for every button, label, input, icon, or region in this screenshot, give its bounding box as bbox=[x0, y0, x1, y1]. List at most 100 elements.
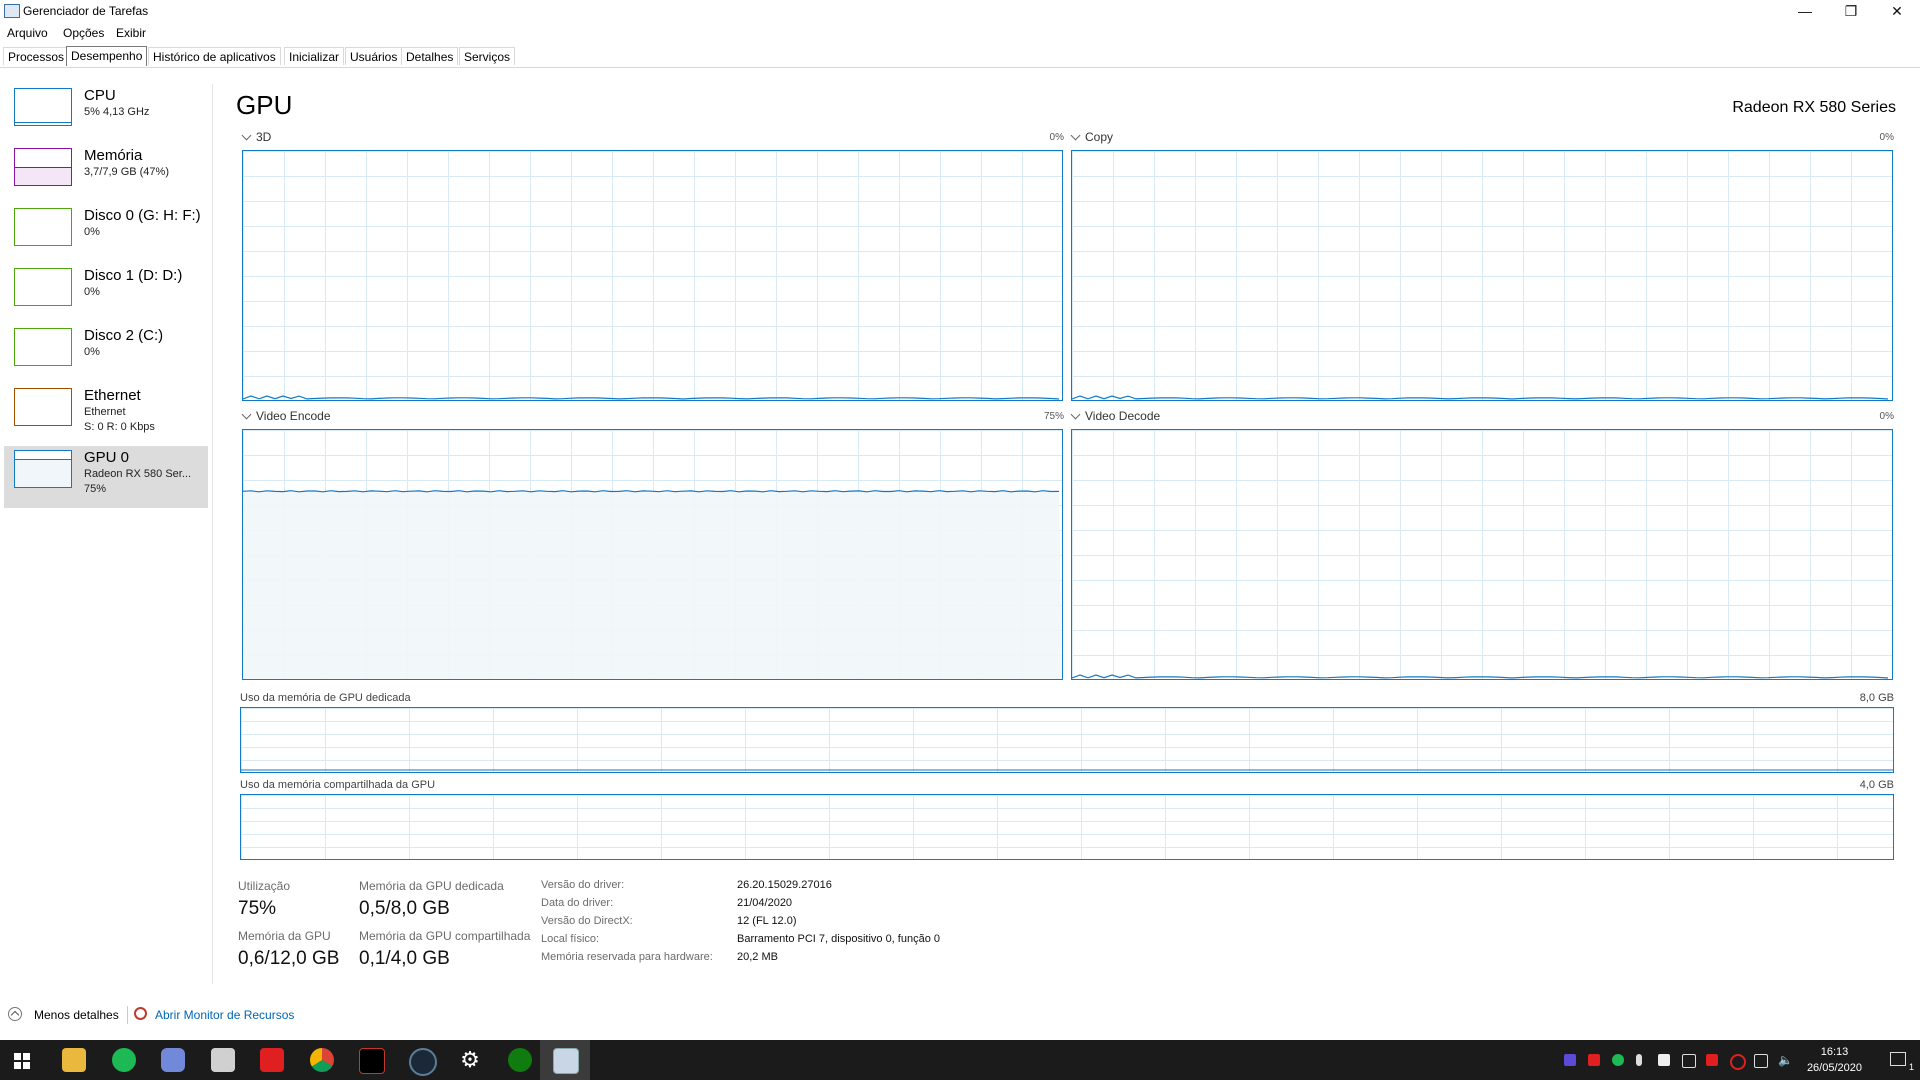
menu-bar: Arquivo Opções Exibir bbox=[0, 24, 1920, 44]
engine-label: 3D bbox=[256, 130, 272, 144]
maximize-button[interactable]: ❐ bbox=[1828, 0, 1874, 22]
task-manager-icon[interactable] bbox=[553, 1048, 579, 1074]
tab-inicializar[interactable]: Inicializar bbox=[284, 47, 345, 65]
spotify-icon[interactable] bbox=[112, 1048, 136, 1072]
sidebar-item-cpu[interactable]: CPU 5% 4,13 GHz bbox=[4, 84, 208, 146]
tray-app-icon[interactable] bbox=[1730, 1054, 1746, 1070]
sidebar-item-disco[interactable]: Disco 0 (G: H: F:) 0% bbox=[4, 204, 208, 266]
menu-arquivo[interactable]: Arquivo bbox=[7, 26, 48, 40]
xbox-icon[interactable] bbox=[508, 1048, 532, 1072]
sidebar-item-detail-2: S: 0 R: 0 Kbps bbox=[84, 421, 155, 433]
shared-memory-label: Uso da memória compartilhada da GPU bbox=[240, 779, 436, 791]
tray-app-icon[interactable] bbox=[1564, 1054, 1576, 1066]
sidebar-thumbnail bbox=[14, 450, 72, 488]
resource-monitor-link[interactable]: Abrir Monitor de Recursos bbox=[155, 1008, 294, 1022]
less-details-link[interactable]: Menos detalhes bbox=[34, 1008, 119, 1022]
tab-processos[interactable]: Processos bbox=[3, 47, 70, 65]
engine-selector-copy[interactable]: Copy bbox=[1070, 130, 1114, 144]
steam-icon[interactable] bbox=[409, 1048, 437, 1076]
engine-usage-line bbox=[243, 395, 1060, 400]
notification-icon[interactable] bbox=[1890, 1052, 1906, 1066]
chevron-down-icon bbox=[241, 130, 252, 141]
task-manager-icon bbox=[4, 4, 20, 18]
sidebar-item-disco[interactable]: Disco 2 (C:) 0% bbox=[4, 324, 208, 386]
chevron-down-icon bbox=[1070, 409, 1081, 420]
tray-spotify-icon[interactable] bbox=[1612, 1054, 1624, 1066]
notification-count: 1 bbox=[1908, 1062, 1914, 1072]
close-button[interactable]: ✕ bbox=[1874, 0, 1920, 22]
tab-detalhes[interactable]: Detalhes bbox=[401, 47, 459, 65]
network-icon[interactable] bbox=[1754, 1054, 1768, 1068]
collapse-up-icon[interactable] bbox=[8, 1007, 22, 1021]
graph-3d bbox=[242, 150, 1063, 401]
calculator-icon[interactable] bbox=[211, 1048, 235, 1072]
graph-dedicated-memory bbox=[240, 707, 1894, 773]
engine-usage-area bbox=[243, 490, 1062, 679]
footer-bar: Menos detalhes Abrir Monitor de Recursos bbox=[0, 1000, 1920, 1030]
utilization-label: Utilização bbox=[238, 879, 291, 893]
taskbar: ⚙ 🔈 16:13 26/05/2020 1 bbox=[0, 1040, 1920, 1080]
windows-start-icon[interactable] bbox=[14, 1053, 30, 1069]
tray-app-icon[interactable] bbox=[1682, 1054, 1696, 1068]
info-value: 20,2 MB bbox=[737, 951, 778, 963]
microphone-icon[interactable] bbox=[1636, 1054, 1642, 1066]
sidebar-item-detail: 5% 4,13 GHz bbox=[84, 106, 150, 118]
amd-radeon-icon[interactable] bbox=[359, 1048, 385, 1074]
tab-servicos[interactable]: Serviços bbox=[459, 47, 516, 65]
tray-app-icon[interactable] bbox=[1588, 1054, 1600, 1066]
info-label: Memória reservada para hardware: bbox=[541, 951, 713, 963]
title-bar: Gerenciador de Tarefas — ❐ ✕ bbox=[0, 0, 1920, 24]
menu-opcoes[interactable]: Opções bbox=[63, 26, 104, 40]
discord-icon[interactable] bbox=[161, 1048, 185, 1072]
engine-selector-3d[interactable]: 3D bbox=[241, 130, 272, 144]
tab-usuarios[interactable]: Usuários bbox=[345, 47, 403, 65]
file-explorer-icon[interactable] bbox=[62, 1048, 86, 1072]
tab-strip: Processos Desempenho Histórico de aplica… bbox=[0, 46, 1920, 68]
sidebar-item-ethernet[interactable]: Ethernet Ethernet S: 0 R: 0 Kbps bbox=[4, 384, 208, 446]
menu-exibir[interactable]: Exibir bbox=[116, 26, 146, 40]
engine-usage-plot bbox=[1072, 395, 1889, 400]
sidebar-thumbnail bbox=[14, 148, 72, 186]
engine-percent: 75% bbox=[1043, 411, 1064, 422]
tab-historico[interactable]: Histórico de aplicativos bbox=[148, 47, 281, 65]
performance-sidebar: CPU 5% 4,13 GHz Memória 3,7/7,9 GB (47%) Dis… bbox=[0, 84, 213, 984]
sidebar-item-name: Ethernet bbox=[84, 387, 141, 404]
sidebar-item-detail: Ethernet bbox=[84, 406, 126, 418]
graph-video-decode bbox=[1071, 429, 1893, 680]
sidebar-item-name: Disco 1 (D: D:) bbox=[84, 267, 183, 284]
gpu-model-name: Radeon RX 580 Series bbox=[1732, 99, 1896, 116]
tab-desempenho[interactable]: Desempenho bbox=[66, 46, 148, 66]
engine-label: Copy bbox=[1085, 130, 1114, 144]
sidebar-item-gpu[interactable]: GPU 0 Radeon RX 580 Ser... 75% bbox=[4, 446, 208, 508]
sidebar-thumbnail bbox=[14, 208, 72, 246]
volume-icon[interactable]: 🔈 bbox=[1778, 1054, 1793, 1066]
shared-gpu-memory-label: Memória da GPU compartilhada bbox=[359, 929, 531, 943]
tray-app-icon[interactable] bbox=[1706, 1054, 1718, 1066]
chevron-down-icon bbox=[1070, 130, 1081, 141]
engine-label: Video Decode bbox=[1085, 409, 1161, 423]
gpu-memory-value: 0,6/12,0 GB bbox=[238, 948, 340, 969]
sidebar-item-detail-2: 75% bbox=[84, 483, 107, 495]
engine-selector-video-encode[interactable]: Video Encode bbox=[241, 409, 331, 423]
chrome-icon[interactable] bbox=[310, 1048, 334, 1072]
minimize-button[interactable]: — bbox=[1782, 0, 1828, 22]
page-title: GPU bbox=[236, 90, 293, 120]
engine-label: Video Encode bbox=[256, 409, 331, 423]
taskbar-clock[interactable]: 16:13 26/05/2020 bbox=[1807, 1044, 1862, 1076]
engine-selector-video-decode[interactable]: Video Decode bbox=[1070, 409, 1161, 423]
flash-icon[interactable] bbox=[260, 1048, 284, 1072]
graph-shared-memory bbox=[240, 794, 1894, 860]
tray-app-icon[interactable] bbox=[1658, 1054, 1670, 1066]
graph-video-encode bbox=[242, 429, 1063, 680]
sidebar-item-memoria[interactable]: Memória 3,7/7,9 GB (47%) bbox=[4, 144, 208, 206]
dedicated-gpu-memory-label: Memória da GPU dedicada bbox=[359, 879, 504, 893]
dedicated-memory-max: 8,0 GB bbox=[1859, 692, 1894, 704]
sidebar-item-detail: 0% bbox=[84, 346, 100, 358]
settings-icon[interactable]: ⚙ bbox=[458, 1048, 482, 1072]
sidebar-item-name: Disco 2 (C:) bbox=[84, 327, 164, 344]
engine-usage-plot bbox=[243, 490, 1062, 679]
dedicated-memory-plot bbox=[241, 769, 1893, 771]
engine-percent: 0% bbox=[1049, 132, 1064, 143]
sidebar-item-detail: Radeon RX 580 Ser... bbox=[84, 468, 192, 480]
sidebar-item-disco[interactable]: Disco 1 (D: D:) 0% bbox=[4, 264, 208, 326]
